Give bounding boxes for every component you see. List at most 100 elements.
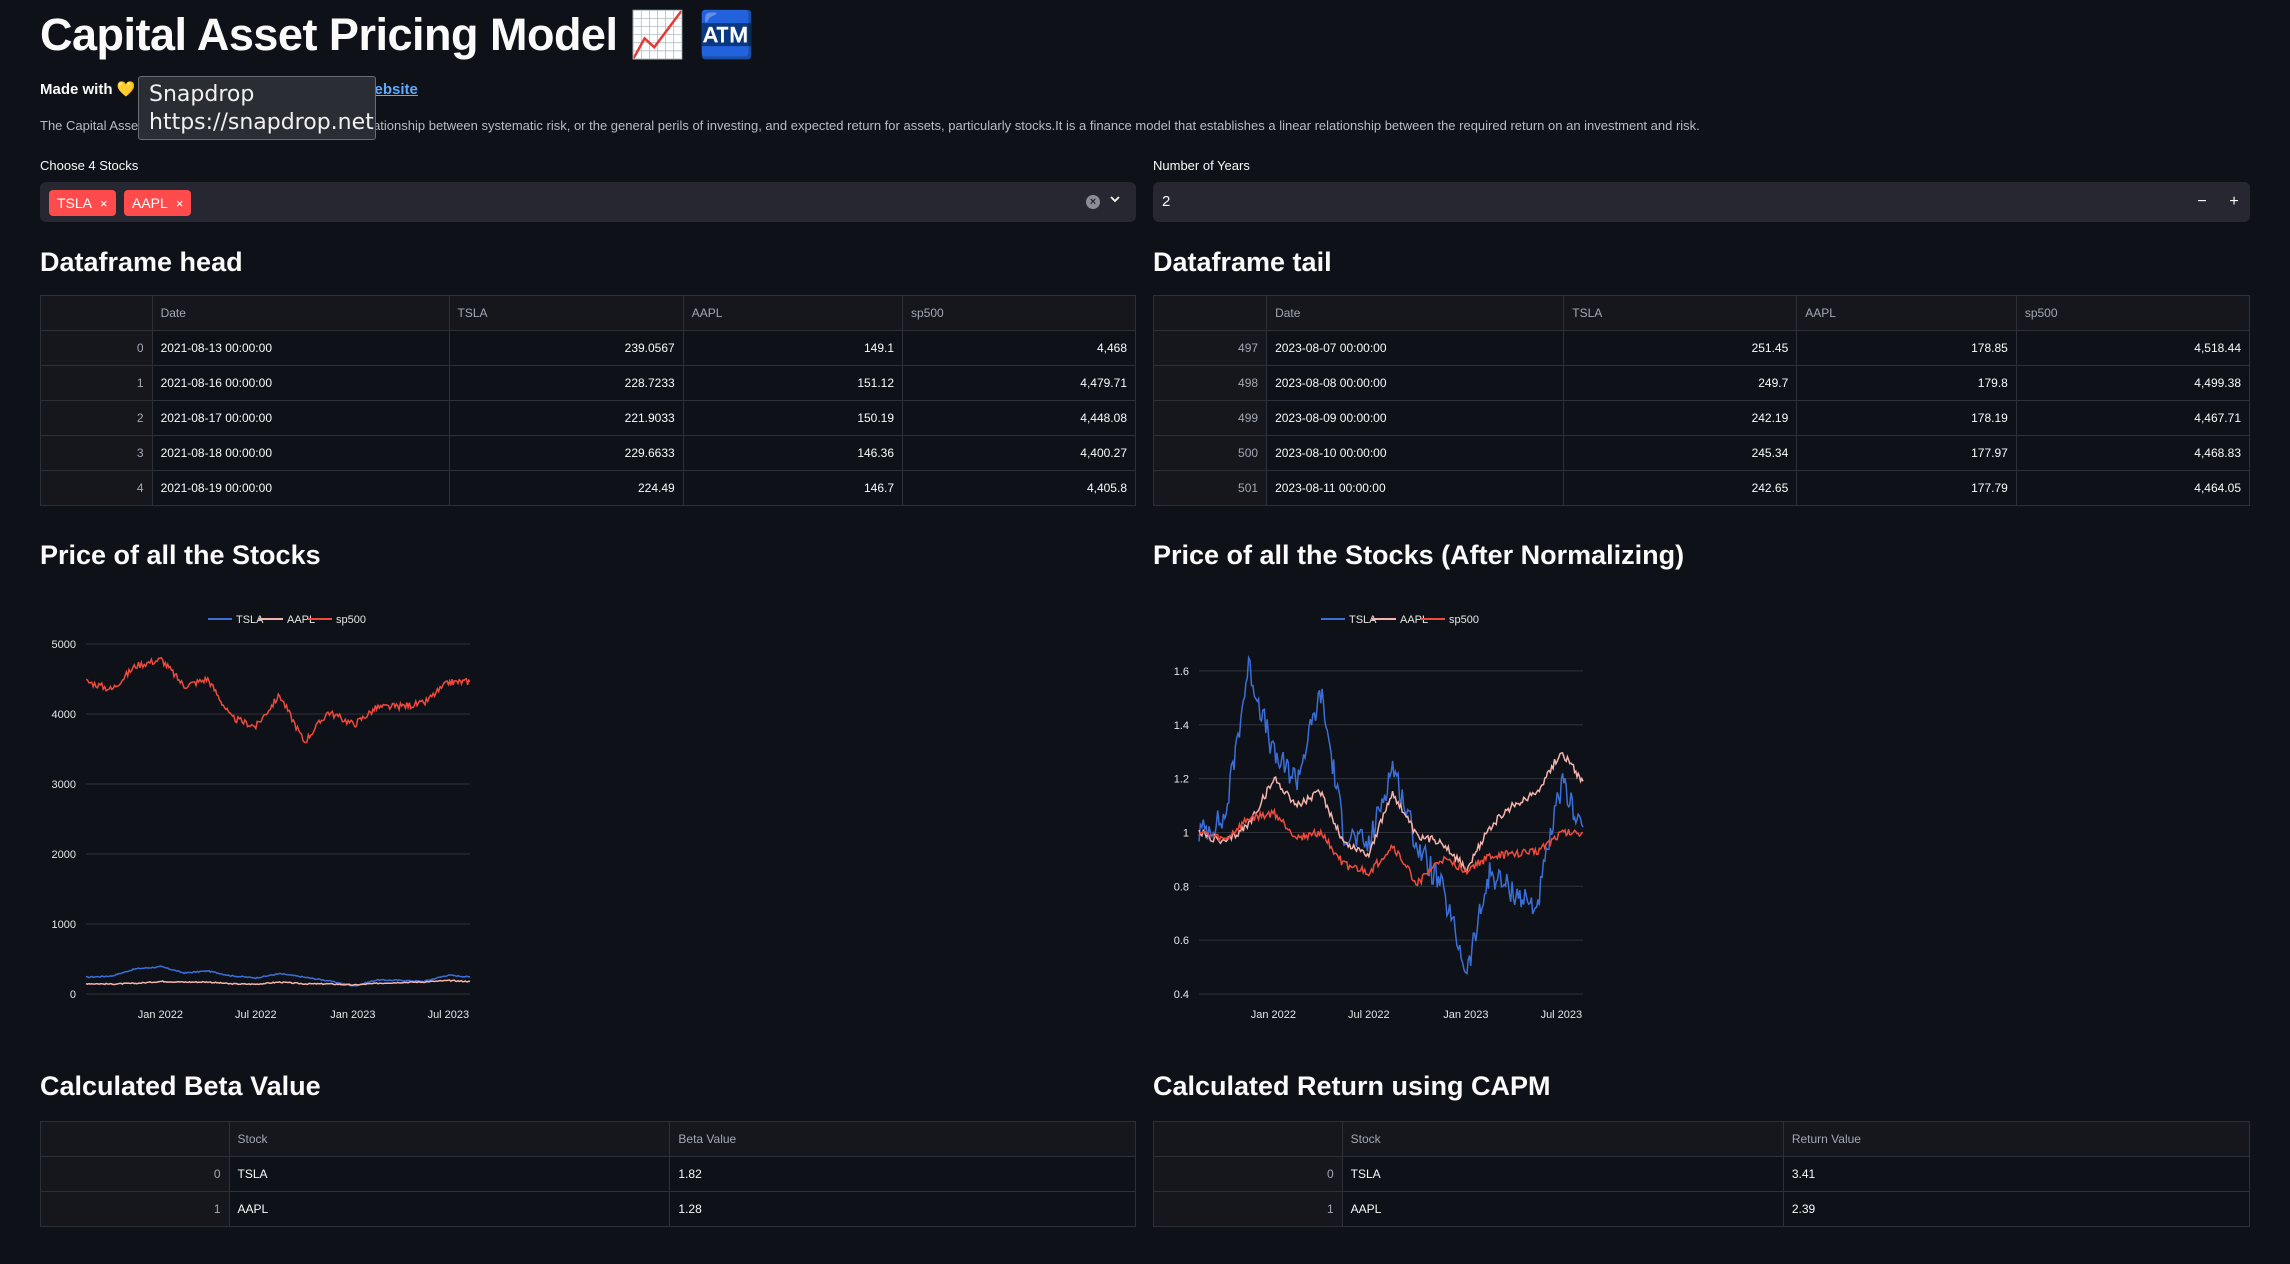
chevron-down-icon[interactable] [1108, 192, 1122, 206]
table-row[interactable]: 500 2023-08-10 00:00:00 245.34 177.97 4,468.… [1152, 435, 2251, 471]
table-row[interactable]: 497 2023-08-07 00:00:00 251.45 178.85 4,518.… [1152, 330, 2251, 366]
years-number-input[interactable]: 2 − + [1153, 182, 2250, 222]
table-cell[interactable]: 146.36 [682, 435, 904, 471]
table-row[interactable]: 3 2021-08-18 00:00:00 229.6633 146.36 4,400.… [40, 435, 1136, 471]
column-header[interactable] [1152, 295, 1268, 331]
row-index[interactable]: 500 [1152, 435, 1268, 471]
table-cell[interactable]: 2021-08-13 00:00:00 [151, 330, 450, 366]
beta-table[interactable]: Stock Beta Value 0 TSLA 1.82 1 AAPL 1.28 [40, 1121, 1136, 1227]
table-cell[interactable]: 4,464.05 [2015, 470, 2251, 506]
table-cell[interactable]: 2023-08-11 00:00:00 [1266, 470, 1565, 506]
column-header[interactable]: TSLA [1563, 295, 1798, 331]
table-cell[interactable]: 245.34 [1563, 435, 1798, 471]
chip-remove-icon[interactable]: × [100, 196, 108, 211]
row-index[interactable]: 501 [1152, 470, 1268, 506]
price-line-chart[interactable]: 0 1000 2000 3000 4000 5000 Jan 2022 Jul 2022 Jan… [40, 596, 490, 1036]
table-cell[interactable]: 4,499.38 [2015, 365, 2251, 401]
row-index[interactable]: 3 [40, 435, 153, 471]
row-index[interactable]: 499 [1152, 400, 1268, 436]
table-cell[interactable]: TSLA [228, 1156, 671, 1192]
table-cell[interactable]: 177.79 [1796, 470, 2017, 506]
column-header[interactable]: sp500 [2015, 295, 2251, 331]
table-cell[interactable]: 242.65 [1563, 470, 1798, 506]
column-header[interactable]: Date [1266, 295, 1565, 331]
dataframe-tail-table[interactable]: Date TSLA AAPL sp500 497 2023-08-07 00:00:00 2… [1152, 295, 2251, 506]
column-header[interactable]: sp500 [902, 295, 1136, 331]
table-row[interactable]: 499 2023-08-09 00:00:00 242.19 178.19 4,467.… [1152, 400, 2251, 436]
table-cell[interactable]: 150.19 [682, 400, 904, 436]
table-cell[interactable]: 2021-08-18 00:00:00 [151, 435, 450, 471]
increment-button[interactable]: + [2222, 190, 2246, 214]
table-cell[interactable]: 4,479.71 [902, 365, 1136, 401]
table-row[interactable]: 498 2023-08-08 00:00:00 249.7 179.8 4,499.38 [1152, 365, 2251, 401]
row-index[interactable]: 498 [1152, 365, 1268, 401]
table-cell[interactable]: 4,400.27 [902, 435, 1136, 471]
table-cell[interactable]: 2021-08-16 00:00:00 [151, 365, 450, 401]
table-row[interactable]: 0 TSLA 1.82 [40, 1156, 1136, 1192]
capm-table[interactable]: Stock Return Value 0 TSLA 3.41 1 AAPL 2.39 [1153, 1121, 2251, 1227]
table-row[interactable]: 2 2021-08-17 00:00:00 221.9033 150.19 4,448.… [40, 400, 1136, 436]
column-header[interactable]: Stock [228, 1121, 671, 1157]
table-cell[interactable]: 239.0567 [448, 330, 684, 366]
table-cell[interactable]: 4,518.44 [2015, 330, 2251, 366]
row-index[interactable]: 4 [40, 470, 153, 506]
table-cell[interactable]: 221.9033 [448, 400, 684, 436]
table-cell[interactable]: 149.1 [682, 330, 904, 366]
table-row[interactable]: 1 AAPL 1.28 [40, 1191, 1136, 1227]
column-header[interactable]: AAPL [1796, 295, 2017, 331]
table-cell[interactable]: 178.19 [1796, 400, 2017, 436]
column-header[interactable] [40, 1121, 230, 1157]
table-cell[interactable]: 146.7 [682, 470, 904, 506]
table-cell[interactable]: 224.49 [448, 470, 684, 506]
column-header[interactable]: Date [151, 295, 450, 331]
years-value[interactable]: 2 [1162, 193, 1170, 210]
table-cell[interactable]: 2.39 [1782, 1191, 2251, 1227]
table-cell[interactable]: 4,467.71 [2015, 400, 2251, 436]
table-cell[interactable]: 2021-08-17 00:00:00 [151, 400, 450, 436]
chip-remove-icon[interactable]: × [176, 196, 184, 211]
chip-aapl[interactable]: AAPL × [124, 190, 192, 216]
table-cell[interactable]: 4,468.83 [2015, 435, 2251, 471]
table-cell[interactable]: 228.7233 [448, 365, 684, 401]
table-cell[interactable]: 242.19 [1563, 400, 1798, 436]
table-row[interactable]: 0 TSLA 3.41 [1153, 1156, 2251, 1192]
table-cell[interactable]: 3.41 [1782, 1156, 2251, 1192]
column-header[interactable]: Return Value [1782, 1121, 2251, 1157]
row-index[interactable]: 497 [1152, 330, 1268, 366]
normalized-line-chart[interactable]: 0.4 0.6 0.8 1 1.2 1.4 1.6 Jan 2022 Jul 2022 Jan 2… [1153, 596, 1603, 1036]
column-header[interactable]: TSLA [448, 295, 684, 331]
table-cell[interactable]: 2021-08-19 00:00:00 [151, 470, 450, 506]
table-cell[interactable]: 2023-08-08 00:00:00 [1266, 365, 1565, 401]
decrement-button[interactable]: − [2190, 190, 2214, 214]
table-cell[interactable]: 177.97 [1796, 435, 2017, 471]
table-cell[interactable]: 4,468 [902, 330, 1136, 366]
table-row[interactable]: 4 2021-08-19 00:00:00 224.49 146.7 4,405.8 [40, 470, 1136, 506]
table-cell[interactable]: 2023-08-10 00:00:00 [1266, 435, 1565, 471]
row-index[interactable]: 0 [40, 1156, 230, 1192]
table-cell[interactable]: 151.12 [682, 365, 904, 401]
table-cell[interactable]: AAPL [228, 1191, 671, 1227]
column-header[interactable] [1153, 1121, 1343, 1157]
table-row[interactable]: 501 2023-08-11 00:00:00 242.65 177.79 4,464.… [1152, 470, 2251, 506]
table-cell[interactable]: 249.7 [1563, 365, 1798, 401]
table-row[interactable]: 0 2021-08-13 00:00:00 239.0567 149.1 4,468 [40, 330, 1136, 366]
row-index[interactable]: 0 [1153, 1156, 1343, 1192]
table-cell[interactable]: 4,448.08 [902, 400, 1136, 436]
table-row[interactable]: 1 2021-08-16 00:00:00 228.7233 151.12 4,479.… [40, 365, 1136, 401]
table-cell[interactable]: 1.28 [669, 1191, 1136, 1227]
column-header[interactable]: Beta Value [669, 1121, 1136, 1157]
table-cell[interactable]: 1.82 [669, 1156, 1136, 1192]
table-cell[interactable]: 179.8 [1796, 365, 2017, 401]
table-cell[interactable]: 2023-08-09 00:00:00 [1266, 400, 1565, 436]
table-cell[interactable]: 251.45 [1563, 330, 1798, 366]
table-row[interactable]: 1 AAPL 2.39 [1153, 1191, 2251, 1227]
column-header[interactable] [40, 295, 153, 331]
dataframe-head-table[interactable]: Date TSLA AAPL sp500 0 2021-08-13 00:00:00 239… [40, 295, 1136, 506]
row-index[interactable]: 2 [40, 400, 153, 436]
chip-tsla[interactable]: TSLA × [49, 190, 116, 216]
table-cell[interactable]: TSLA [1341, 1156, 1784, 1192]
row-index[interactable]: 1 [40, 1191, 230, 1227]
column-header[interactable]: AAPL [682, 295, 904, 331]
table-cell[interactable]: 178.85 [1796, 330, 2017, 366]
stock-multiselect[interactable]: TSLA × AAPL × × [40, 182, 1136, 222]
